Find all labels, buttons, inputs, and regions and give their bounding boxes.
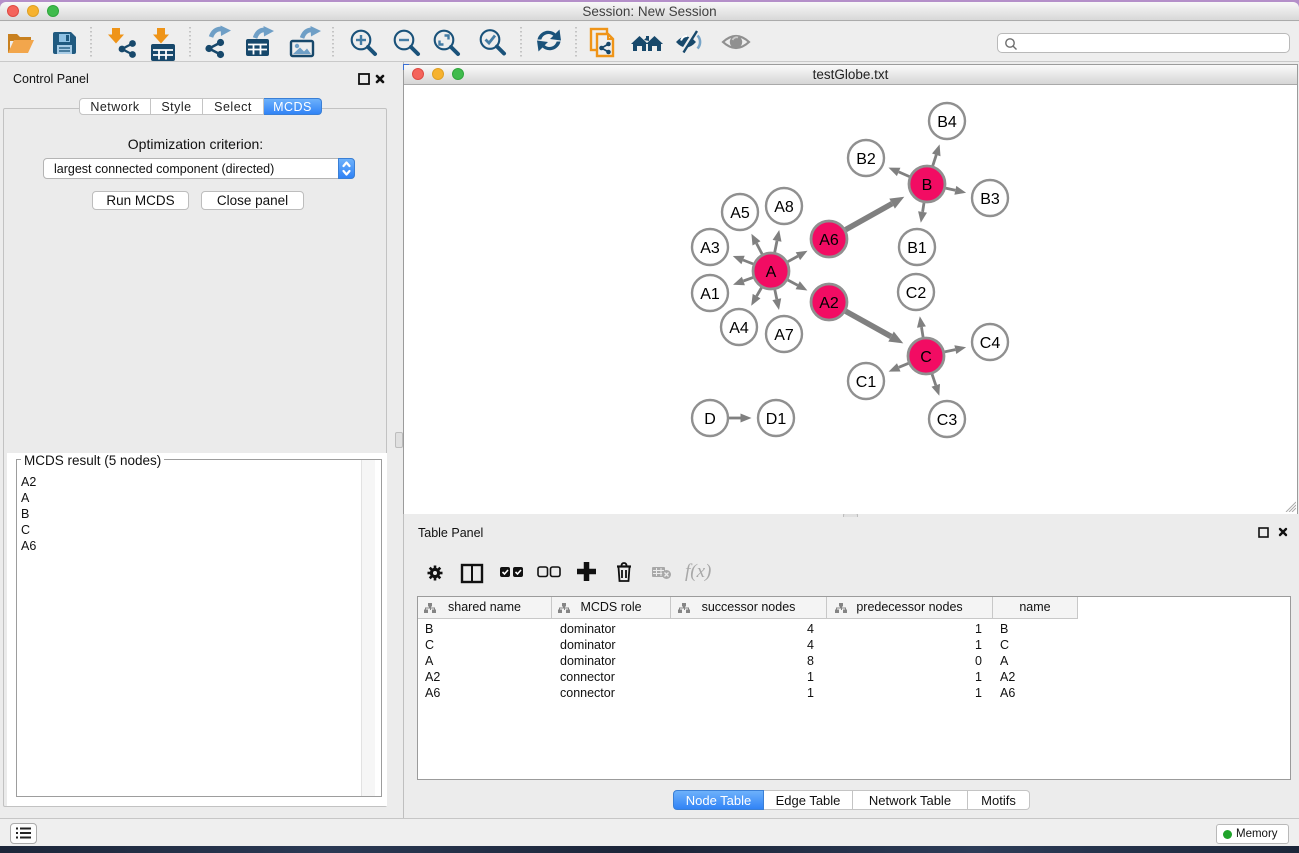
svg-text:D1: D1 <box>766 411 787 428</box>
svg-text:B: B <box>922 177 933 194</box>
svg-text:A7: A7 <box>774 327 794 344</box>
svg-text:A3: A3 <box>700 240 720 257</box>
svg-text:B3: B3 <box>980 191 1000 208</box>
svg-text:D: D <box>704 411 716 428</box>
svg-text:A1: A1 <box>700 286 720 303</box>
svg-text:A5: A5 <box>730 205 750 222</box>
svg-text:C: C <box>920 349 932 366</box>
svg-text:A2: A2 <box>819 295 839 312</box>
svg-text:C3: C3 <box>937 412 958 429</box>
svg-text:C2: C2 <box>906 285 927 302</box>
svg-text:A8: A8 <box>774 199 794 216</box>
svg-text:C1: C1 <box>856 374 877 391</box>
svg-text:B2: B2 <box>856 151 876 168</box>
svg-text:B1: B1 <box>907 240 927 257</box>
svg-text:A: A <box>766 264 777 281</box>
svg-text:A4: A4 <box>729 320 749 337</box>
svg-text:f(x): f(x) <box>685 561 711 582</box>
svg-text:B4: B4 <box>937 114 957 131</box>
svg-text:C4: C4 <box>980 335 1001 352</box>
svg-text:A6: A6 <box>819 232 839 249</box>
